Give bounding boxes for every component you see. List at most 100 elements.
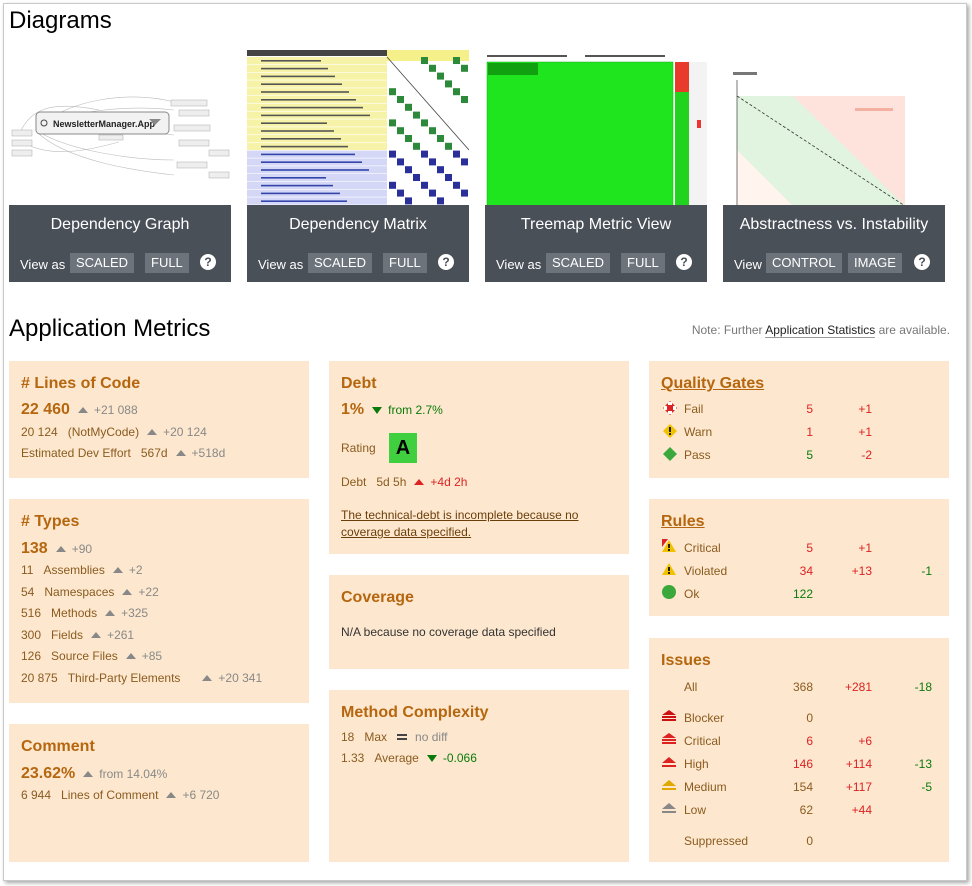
matrix-cell-thumb — [429, 127, 436, 135]
warn-icon — [663, 424, 677, 438]
row-label[interactable]: Namespaces — [44, 585, 114, 599]
help-icon[interactable]: ? — [200, 254, 216, 270]
matrix-cell-thumb — [437, 72, 444, 80]
critical-issue-label[interactable]: Critical — [684, 734, 721, 748]
debt-time-value: 5d 5h — [376, 475, 407, 489]
row-label[interactable]: Assemblies — [43, 563, 104, 577]
row-delta: +2 — [128, 563, 143, 577]
quality-gates-link[interactable]: Quality Gates — [661, 375, 764, 393]
arrow-up-icon — [122, 589, 133, 595]
warn-label[interactable]: Warn — [684, 425, 712, 439]
arrow-up-icon — [55, 546, 66, 552]
high-issue-icon — [662, 757, 676, 767]
average-label[interactable]: Average — [374, 751, 418, 765]
matrix-cell-thumb — [397, 189, 404, 197]
matrix-cell-thumb — [461, 158, 468, 166]
loc-value: 22 460 — [21, 401, 70, 418]
complexity-max-row: 18 Max no diff — [341, 730, 448, 744]
rules-link[interactable]: Rules — [661, 513, 705, 531]
max-label[interactable]: Max — [364, 730, 387, 744]
matrix-cell-thumb — [429, 189, 436, 197]
diagram-title: Abstractness vs. Instability — [739, 216, 929, 233]
image-button[interactable]: IMAGE — [848, 253, 902, 273]
debt-label[interactable]: Debt — [341, 475, 366, 489]
diagrams-heading: Diagrams — [9, 7, 112, 34]
comment-lines-label[interactable]: Lines of Comment — [61, 788, 158, 802]
matrix-cell-thumb — [429, 64, 436, 72]
comment-value: 23.62% — [21, 765, 76, 782]
medium-issue-label[interactable]: Medium — [684, 780, 727, 794]
comment-lines-row: 6 944 Lines of Comment +6 720 — [21, 788, 219, 802]
arrow-up-icon — [125, 653, 136, 659]
high-issue-label[interactable]: High — [684, 757, 709, 771]
ok-label[interactable]: Ok — [684, 587, 699, 601]
suppressed-value: 0 — [806, 834, 813, 848]
low-issue-label[interactable]: Low — [684, 803, 706, 817]
full-button[interactable]: FULL — [621, 253, 665, 273]
arrow-up-icon — [83, 771, 94, 777]
medium-issue-icon — [662, 780, 676, 790]
coverage-text: N/A because no coverage data specified — [341, 625, 556, 639]
arrow-down-icon — [426, 755, 437, 762]
treemap-thumbnail[interactable] — [485, 50, 707, 206]
loc-notmycode-row: 20 124 (NotMyCode) +20 124 — [21, 425, 207, 439]
matrix-row-text-thumb — [261, 75, 335, 78]
help-icon[interactable]: ? — [914, 254, 930, 270]
violated-label[interactable]: Violated — [684, 564, 727, 578]
debt-time-row: Debt 5d 5h +4d 2h — [341, 475, 467, 489]
matrix-cell-thumb — [389, 88, 396, 96]
critical-delta: +1 — [858, 541, 872, 555]
matrix-row-text-thumb — [261, 106, 363, 109]
help-icon[interactable]: ? — [676, 254, 692, 270]
diagram-title: Dependency Graph — [50, 216, 190, 233]
row-value: 54 — [21, 585, 35, 599]
max-value: 18 — [341, 730, 355, 744]
average-delta: -0.066 — [442, 751, 477, 765]
suppressed-label[interactable]: Suppressed — [684, 834, 748, 848]
dependency-matrix-thumbnail[interactable] — [247, 50, 469, 206]
all-issues-label[interactable]: All — [684, 680, 697, 694]
effort-label[interactable]: Estimated Dev Effort — [21, 446, 131, 460]
abstractness-thumbnail[interactable] — [723, 50, 945, 206]
lines-of-code-card: # Lines of Code 22 460 +21 088 20 124 (No… — [9, 361, 309, 478]
matrix-row-text-thumb — [261, 83, 342, 85]
full-button[interactable]: FULL — [145, 253, 189, 273]
card-title: # Lines of Code — [21, 375, 141, 392]
row-label[interactable]: Third-Party Elements — [68, 671, 181, 685]
scaled-button[interactable]: SCALED — [546, 253, 611, 273]
comment-card: Comment 23.62% from 14.04% 6 944 Lines of… — [9, 724, 309, 862]
low-issue-icon — [662, 803, 676, 813]
scaled-button[interactable]: SCALED — [308, 253, 373, 273]
matrix-cell-thumb — [461, 96, 468, 103]
row-label[interactable]: Source Files — [51, 649, 118, 663]
critical-label[interactable]: Critical — [684, 541, 721, 555]
debt-incomplete-warning[interactable]: The technical-debt is incomplete because… — [341, 507, 611, 541]
method-complexity-card: Method Complexity 18 Max no diff 1.33 Ave… — [329, 690, 629, 862]
critical-value: 5 — [806, 541, 813, 555]
types-row: 54 Namespaces +22 — [21, 585, 159, 599]
violated-delta: +13 — [851, 564, 872, 578]
blocker-label[interactable]: Blocker — [684, 711, 724, 725]
row-label[interactable]: Fields — [51, 628, 83, 642]
control-button[interactable]: CONTROL — [766, 253, 842, 273]
row-delta: +20 341 — [218, 671, 263, 685]
matrix-row-text-thumb — [261, 177, 326, 179]
arrow-up-icon — [77, 407, 88, 413]
matrix-cell-thumb — [405, 197, 412, 205]
help-icon[interactable]: ? — [438, 254, 454, 270]
matrix-row-text-thumb — [261, 145, 348, 148]
scaled-button[interactable]: SCALED — [70, 253, 135, 273]
pass-label[interactable]: Pass — [684, 448, 711, 462]
full-button[interactable]: FULL — [383, 253, 427, 273]
matrix-cell-thumb — [437, 166, 444, 174]
dependency-graph-thumbnail[interactable]: NewsletterManager.App — [9, 50, 231, 206]
matrix-row-text-thumb — [261, 122, 327, 124]
fail-label[interactable]: Fail — [684, 402, 703, 416]
application-statistics-link[interactable]: Application Statistics — [765, 323, 876, 338]
abstractness-thumbnail-image — [733, 72, 906, 206]
matrix-cell-thumb — [421, 119, 428, 127]
high-issue-delta-removed: -13 — [914, 757, 932, 771]
graph-thumbnail-image: NewsletterManager.App — [11, 96, 230, 179]
row-label[interactable]: Methods — [51, 606, 97, 620]
notmycode-label[interactable]: (NotMyCode) — [68, 425, 139, 439]
